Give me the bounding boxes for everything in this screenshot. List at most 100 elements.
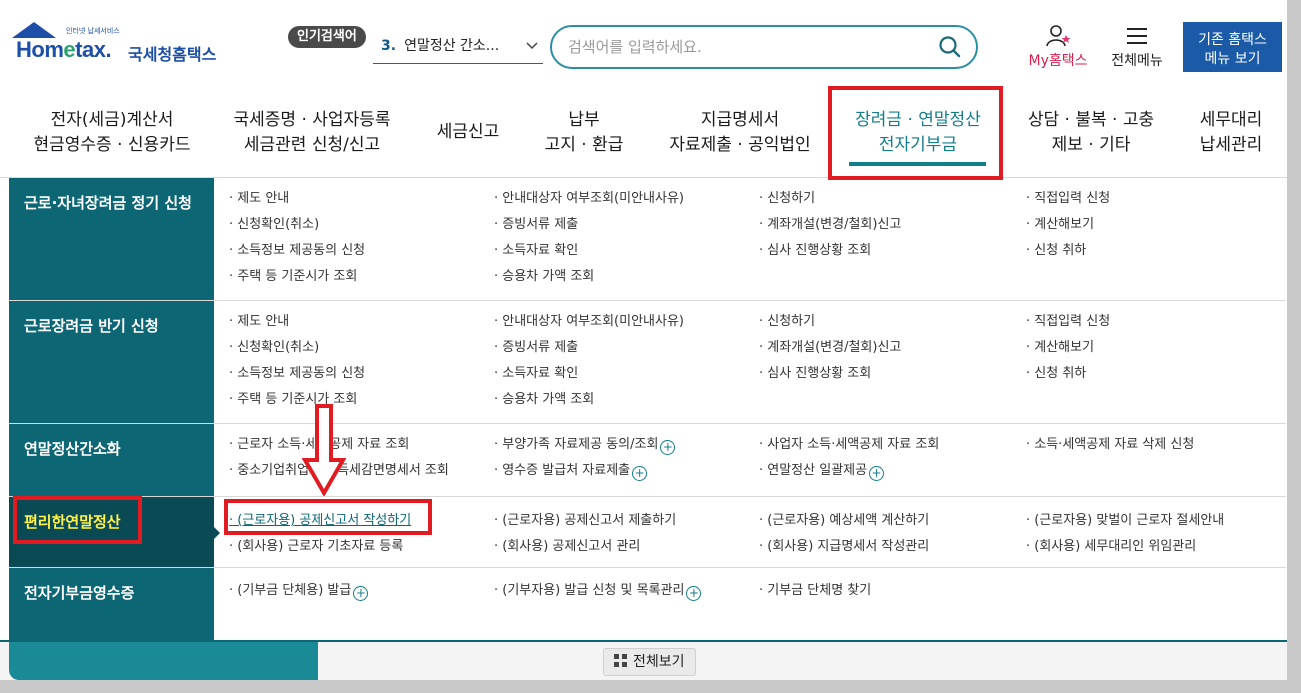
menu-link[interactable]: · 연말정산 일괄제공 + [759,462,885,481]
menu-link[interactable]: · 계산해보기 [1026,339,1094,357]
annotation-box-nav [828,86,1003,180]
logo-subtext: 인터넷 납세서비스 [66,27,120,35]
grid-icon [614,654,627,667]
chevron-down-icon [525,30,539,75]
menu-link[interactable]: · 신청확인(취소) [229,216,319,234]
menu-link[interactable]: · (근로자용) 맞벌이 근로자 절세안내 [1026,512,1224,530]
menu-link[interactable]: · 소득정보 제공동의 신청 [229,242,365,260]
menu-link[interactable]: · (회사용) 세무대리인 위임관리 [1026,538,1196,556]
menu-link[interactable]: · 주택 등 기준시가 조회 [229,268,357,286]
menu-category[interactable]: 연말정산간소화 [9,424,214,496]
all-menu-button[interactable]: 전체메뉴 [1104,24,1170,70]
menu-section: 연말정산간소화 · 근로자 소득·세액공제 자료 조회 · 중소기업취업자 소득… [9,424,1286,497]
menu-link[interactable]: · 부양가족 자료제공 동의/조회 + [494,436,676,455]
menu-link-label: · 영수증 발급처 자료제출 [494,463,631,478]
view-all-label: 전체보기 [633,654,685,670]
menu-link[interactable]: · (회사용) 공제신고서 관리 [494,538,640,556]
nav-certificate[interactable]: 국세증명 · 사업자등록 세금관련 신청/신고 [222,108,402,158]
menu-category[interactable]: 전자기부금영수증 [9,568,214,640]
menu-link-label: · (기부자용) 발급 신청 및 목록관리 [494,583,685,598]
menu-link[interactable]: · 소득정보 제공동의 신청 [229,365,365,383]
page-frame: 인터넷 납세서비스 Hometax. 국세청홈택스 인기검색어 3. 연말정산 간… [0,0,1287,680]
plus-circle-icon[interactable]: + [869,466,885,481]
menu-link[interactable]: · 소득자료 확인 [494,242,578,260]
menu-link[interactable]: · (근로자용) 공제신고서 제출하기 [494,512,676,530]
plus-circle-icon[interactable]: + [632,466,648,481]
hamburger-icon [1127,28,1147,44]
annotation-box-category [13,496,142,544]
nav-consult[interactable]: 상담 · 불복 · 고충 제보 · 기타 [1016,108,1166,158]
menu-link[interactable]: · 안내대상자 여부조회(미안내사유) [494,190,684,208]
menu-section-selected: 편리한연말정산 · (근로자용) 공제신고서 작성하기 · (회사용) 근로자 … [9,497,1286,568]
menu-link-label: · 부양가족 자료제공 동의/조회 [494,437,659,452]
popular-search-dropdown[interactable]: 3. 연말정산 간소... [373,30,543,64]
menu-link[interactable]: · 신청하기 [759,313,815,331]
menu-link[interactable]: · 증빙서류 제출 [494,339,578,357]
menu-link[interactable]: · 제도 안내 [229,313,289,331]
menu-link[interactable]: · 승용차 가액 조회 [494,268,594,286]
menu-link[interactable]: · 직접입력 신청 [1026,190,1110,208]
nav-statement[interactable]: 지급명세서 자료제출 · 공익법인 [660,108,820,158]
menu-link[interactable]: · (회사용) 지급명세서 작성관리 [759,538,929,556]
menu-link[interactable]: · (회사용) 근로자 기초자료 등록 [229,538,403,556]
popular-search-badge: 인기검색어 [288,26,366,48]
footer-teal-block [9,642,318,680]
popular-item: 연말정산 간소... [404,38,500,54]
menu-link[interactable]: · 소득자료 확인 [494,365,578,383]
plus-circle-icon[interactable]: + [660,440,676,455]
house-roof-icon [12,22,56,38]
all-menu-label: 전체메뉴 [1111,53,1163,69]
my-hometax-button[interactable]: My홈택스 [1022,24,1094,70]
main-nav: 전자(세금)계산서 현금영수증 · 신용카드 국세증명 · 사업자등록 세금관련… [0,88,1287,178]
menu-link[interactable]: · 신청 취하 [1026,242,1086,260]
menu-section: 전자기부금영수증 · (기부금 단체용) 발급 + · (기부자용) 발급 신청 … [9,568,1286,640]
nav-e-invoice[interactable]: 전자(세금)계산서 현금영수증 · 신용카드 [24,108,200,158]
menu-link-label: · 연말정산 일괄제공 [759,463,868,478]
menu-link[interactable]: · 제도 안내 [229,190,289,208]
menu-link[interactable]: · 사업자 소득·세액공제 자료 조회 [759,436,939,454]
nav-tax-report[interactable]: 세금신고 [425,120,511,145]
menu-link[interactable]: · 신청확인(취소) [229,339,319,357]
plus-circle-icon[interactable]: + [686,586,702,601]
menu-link[interactable]: · 계좌개설(변경/철회)신고 [759,216,901,234]
nav-tax-agent[interactable]: 세무대리 납세관리 [1190,108,1272,158]
nav-payment[interactable]: 납부 고지 · 환급 [535,108,633,158]
menu-link[interactable]: · 기부금 단체명 찾기 [759,582,871,600]
red-down-arrow-icon [302,404,346,496]
menu-link[interactable]: · (기부금 단체용) 발급 + [229,582,369,601]
annotation-box-link [224,499,432,535]
menu-link[interactable]: · 계좌개설(변경/철회)신고 [759,339,901,357]
hometax-logo[interactable]: 인터넷 납세서비스 Hometax. 국세청홈택스 [10,22,230,70]
menu-link[interactable]: · (기부자용) 발급 신청 및 목록관리 + [494,582,702,601]
logo-brand: Hometax. [16,37,112,62]
menu-link[interactable]: · 신청하기 [759,190,815,208]
menu-section: 근로·자녀장려금 정기 신청 · 제도 안내 · 신청확인(취소) · 소득정보… [9,178,1286,301]
user-icon [1046,25,1071,47]
mega-menu: 근로·자녀장려금 정기 신청 · 제도 안내 · 신청확인(취소) · 소득정보… [9,178,1286,640]
menu-link-label: · (기부금 단체용) 발급 [229,583,352,598]
menu-link[interactable]: · 신청 취하 [1026,365,1086,383]
menu-link[interactable]: · 심사 진행상황 조회 [759,365,871,383]
menu-footer: 전체보기 [0,640,1287,680]
menu-link[interactable]: · 안내대상자 여부조회(미안내사유) [494,313,684,331]
selected-pointer-icon [214,527,220,539]
menu-link[interactable]: · 심사 진행상황 조회 [759,242,871,260]
menu-category[interactable]: 근로장려금 반기 신청 [9,301,214,423]
logo-korean-name: 국세청홈택스 [128,45,217,64]
header: 인터넷 납세서비스 Hometax. 국세청홈택스 인기검색어 3. 연말정산 간… [0,0,1287,88]
menu-link[interactable]: · 직접입력 신청 [1026,313,1110,331]
menu-category[interactable]: 근로·자녀장려금 정기 신청 [9,178,214,300]
legacy-menu-button[interactable]: 기존 홈택스 메뉴 보기 [1183,22,1282,72]
menu-link[interactable]: · 소득·세액공제 자료 삭제 신청 [1026,436,1194,454]
menu-link[interactable]: · 계산해보기 [1026,216,1094,234]
menu-link[interactable]: · 증빙서류 제출 [494,216,578,234]
menu-link[interactable]: · (근로자용) 예상세액 계산하기 [759,512,929,530]
search-input[interactable] [568,35,928,59]
search-box [550,25,978,69]
menu-link[interactable]: · 영수증 발급처 자료제출 + [494,462,648,481]
view-all-button[interactable]: 전체보기 [603,648,696,676]
menu-link[interactable]: · 승용차 가액 조회 [494,391,594,409]
search-icon[interactable] [938,35,962,59]
my-hometax-label: My홈택스 [1028,53,1088,69]
plus-circle-icon[interactable]: + [353,586,369,601]
